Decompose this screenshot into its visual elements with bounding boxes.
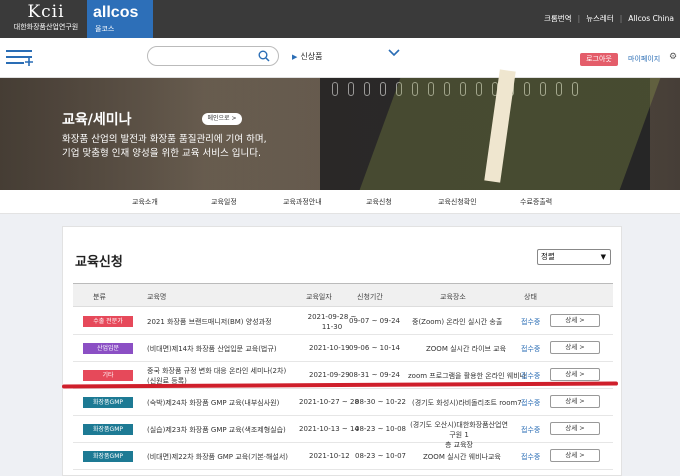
category-badge: 화장품GMP (83, 451, 133, 462)
category-select[interactable]: ▶ 신상품 (292, 51, 322, 62)
col-status: 상태 (524, 293, 537, 301)
course-name[interactable]: 2021 화장품 브랜드매니저(BM) 양성과정 (147, 317, 272, 327)
sort-select[interactable]: 정렬 ▼ (537, 249, 611, 265)
sub-nav: 교육소개 교육일정 교육과정안내 교육신청 교육신청확인 수료증출력 (0, 190, 680, 214)
col-period: 신청기간 (357, 293, 383, 301)
banner-description: 화장품 산업의 발전과 화장품 품질관리에 기여 하며, 기업 맞춤형 인재 양… (62, 133, 267, 161)
allcos-name: 올코스 (95, 25, 115, 33)
category-badge: 화장품GMP (83, 397, 133, 408)
allcos-logo-text: allcos (93, 4, 139, 21)
banner-title: 교육/세미나 (62, 112, 132, 128)
apply-period: 08-30 ~ 10-22 (355, 398, 406, 406)
course-name[interactable]: (비대면)제14차 화장품 산업입문 교육(법규) (147, 344, 277, 354)
course-place: ZOOM 실시간 라이브 교육 (426, 345, 507, 353)
category-badge: 화장품GMP (83, 424, 133, 435)
search-input[interactable] (158, 50, 258, 63)
status-text: 접수중 (521, 426, 541, 434)
course-place: zoom 프로그램을 활용한 온라인 웨비나 (408, 372, 527, 380)
status-text: 접수중 (521, 345, 541, 353)
chevron-down-icon: ▼ (600, 253, 606, 261)
detail-button[interactable]: 상세 > (550, 422, 600, 435)
tab-courses[interactable]: 교육과정안내 (283, 197, 322, 207)
logout-button[interactable]: 로그아웃 (580, 53, 618, 66)
kcii-logo-text: Kcii (27, 2, 65, 22)
divider: | (619, 14, 623, 23)
top-bar: Kcii 대한화장품산업연구원 allcos 올코스 크롬번역 | 뉴스레터 |… (0, 0, 680, 38)
detail-button[interactable]: 상세 > (550, 449, 600, 462)
main-button[interactable]: 메인으로 > (202, 113, 242, 125)
col-place: 교육장소 (440, 293, 466, 301)
table-row[interactable]: 화장품GMP (숙박)제24차 화장품 GMP 교육(내부심사원) 2021-1… (73, 389, 613, 416)
course-date: 2021-10-27 ~ 28 (299, 398, 359, 406)
table-header: 분류 교육명 교육일자 신청기간 교육장소 상태 (73, 283, 613, 307)
apply-period: 09-06 ~ 10-14 (349, 344, 400, 352)
tab-apply-check[interactable]: 교육신청확인 (438, 197, 477, 207)
link-newsletter[interactable]: 뉴스레터 (586, 13, 614, 24)
content-card: 교육신청 정렬 ▼ 분류 교육명 교육일자 신청기간 교육장소 상태 수출 전문가… (62, 226, 622, 476)
tab-apply[interactable]: 교육신청 (366, 197, 392, 207)
kcii-name: 대한화장품산업연구원 (13, 23, 79, 31)
course-place: (경기도 화성시)라비돌리조트 room7 (412, 399, 522, 407)
table-row[interactable]: 수출 전문가 2021 화장품 브랜드매니저(BM) 양성과정 2021-09-… (73, 308, 613, 335)
course-place: 중(Zoom) 온라인 실시간 송출 (412, 318, 503, 326)
search-icon[interactable] (258, 50, 270, 62)
course-name[interactable]: (비대면)제22차 화장품 GMP 교육(기본·해설서) (147, 452, 288, 462)
chevron-down-icon[interactable] (388, 48, 400, 58)
course-date: 2021-10-19 (309, 344, 350, 352)
detail-button[interactable]: 상세 > (550, 314, 600, 327)
course-date: 2021-10-12 (309, 452, 350, 460)
menu-icon[interactable] (6, 48, 33, 66)
banner-line-2: 기업 맞춤형 인재 양성을 위한 교육 서비스 입니다. (62, 148, 261, 159)
mypage-link[interactable]: 마이페이지 (628, 54, 660, 64)
apply-period: 08-31 ~ 09-24 (349, 371, 400, 379)
search-box (147, 46, 279, 66)
course-name[interactable]: (숙박)제24차 화장품 GMP 교육(내부심사원) (147, 398, 279, 408)
top-links: 크롬번역 | 뉴스레터 | Allcos China (544, 13, 674, 24)
col-category: 분류 (93, 293, 106, 301)
link-translate[interactable]: 크롬번역 (544, 13, 572, 24)
course-date: 2021-10-13 ~ 14 (299, 425, 359, 433)
course-place: ZOOM 실시간 웨비나교육 (423, 453, 501, 461)
course-date: 2021-09-29 (309, 371, 350, 379)
table-row[interactable]: 산업입문 (비대면)제14차 화장품 산업입문 교육(법규) 2021-10-1… (73, 335, 613, 362)
category-badge: 산업입문 (83, 343, 133, 354)
nav-bar: ▶ 신상품 로그아웃 마이페이지 ⚙ (0, 38, 680, 78)
divider: | (577, 14, 581, 23)
apply-period: 09-07 ~ 09-24 (349, 317, 400, 325)
status-text: 접수중 (521, 318, 541, 326)
apply-period: 08-23 ~ 10-07 (355, 452, 406, 460)
table-row[interactable]: 화장품GMP (비대면)제22차 화장품 GMP 교육(기본·해설서) 2021… (73, 443, 613, 470)
banner-line-1: 화장품 산업의 발전과 화장품 품질관리에 기여 하며, (62, 134, 267, 145)
status-text: 접수중 (521, 399, 541, 407)
gear-icon[interactable]: ⚙ (669, 52, 677, 62)
allcos-logo[interactable]: allcos 올코스 (87, 0, 153, 38)
tab-intro[interactable]: 교육소개 (132, 197, 158, 207)
detail-button[interactable]: 상세 > (550, 341, 600, 354)
tab-schedule[interactable]: 교육일정 (211, 197, 237, 207)
status-text: 접수중 (521, 372, 541, 380)
table-row[interactable]: 화장품GMP (실습)제23차 화장품 GMP 교육(색조제형실습) 2021-… (73, 416, 613, 449)
category-badge: 수출 전문가 (83, 316, 133, 327)
tab-certificate[interactable]: 수료증출력 (520, 197, 552, 207)
status-text: 접수중 (521, 453, 541, 461)
col-date: 교육일자 (306, 293, 332, 301)
category-label: 신상품 (300, 52, 323, 61)
page-title: 교육신청 (75, 255, 123, 270)
apply-period: 08-23 ~ 10-08 (355, 425, 406, 433)
course-name[interactable]: (실습)제23차 화장품 GMP 교육(색조제형실습) (147, 425, 286, 435)
category-badge: 기타 (83, 370, 133, 381)
sort-label: 정렬 (541, 252, 555, 261)
col-name: 교육명 (147, 293, 167, 301)
detail-button[interactable]: 상세 > (550, 368, 600, 381)
detail-button[interactable]: 상세 > (550, 395, 600, 408)
link-allcos-china[interactable]: Allcos China (628, 14, 674, 23)
triangle-icon: ▶ (292, 53, 298, 61)
kcii-logo[interactable]: Kcii 대한화장품산업연구원 (6, 2, 86, 36)
